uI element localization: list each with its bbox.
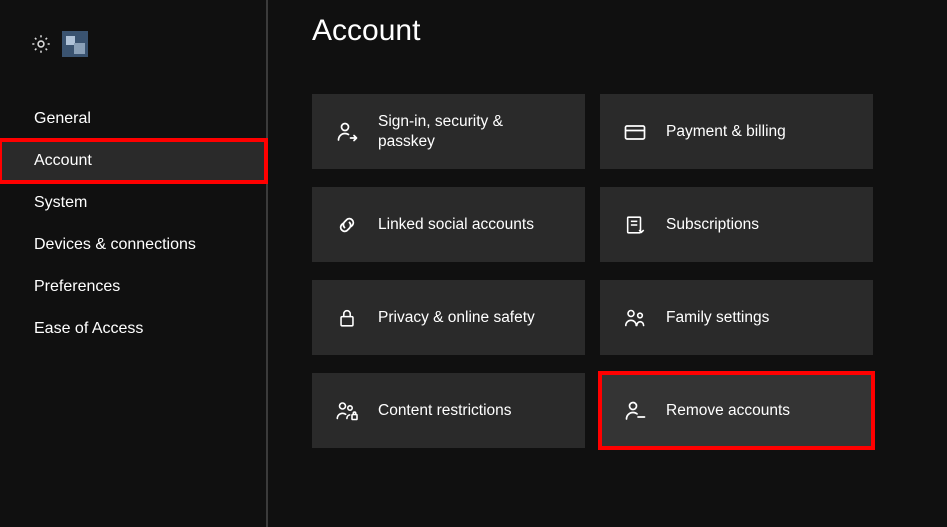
main-panel: Account Sign-in, security & passkey Paym…: [268, 0, 947, 527]
tile-label: Content restrictions: [378, 401, 512, 420]
sidebar: General Account System Devices & connect…: [0, 0, 268, 527]
sidebar-item-label: Account: [34, 152, 92, 170]
link-icon: [334, 212, 360, 238]
tile-linked-social[interactable]: Linked social accounts: [312, 187, 585, 262]
lock-icon: [334, 305, 360, 331]
tile-label: Remove accounts: [666, 401, 790, 420]
tile-content-restrictions[interactable]: Content restrictions: [312, 373, 585, 448]
tile-label: Sign-in, security & passkey: [378, 112, 563, 151]
tile-label: Subscriptions: [666, 215, 759, 234]
sidebar-item-label: System: [34, 194, 87, 212]
sidebar-item-general[interactable]: General: [0, 98, 266, 140]
avatar[interactable]: [62, 31, 88, 57]
tile-grid: Sign-in, security & passkey Payment & bi…: [312, 94, 917, 448]
tile-label: Linked social accounts: [378, 215, 534, 234]
family-icon: [622, 305, 648, 331]
tile-signin-security[interactable]: Sign-in, security & passkey: [312, 94, 585, 169]
person-lock-icon: [334, 398, 360, 424]
sidebar-item-ease-of-access[interactable]: Ease of Access: [0, 308, 266, 350]
sidebar-item-label: Ease of Access: [34, 320, 143, 338]
tile-label: Payment & billing: [666, 122, 786, 141]
card-icon: [622, 119, 648, 145]
sidebar-item-preferences[interactable]: Preferences: [0, 266, 266, 308]
sidebar-item-devices[interactable]: Devices & connections: [0, 224, 266, 266]
sidebar-item-label: Preferences: [34, 278, 120, 296]
gear-icon[interactable]: [30, 33, 52, 55]
tile-privacy-safety[interactable]: Privacy & online safety: [312, 280, 585, 355]
person-arrow-icon: [334, 119, 360, 145]
tile-family-settings[interactable]: Family settings: [600, 280, 873, 355]
tile-subscriptions[interactable]: Subscriptions: [600, 187, 873, 262]
tile-payment-billing[interactable]: Payment & billing: [600, 94, 873, 169]
person-minus-icon: [622, 398, 648, 424]
tile-label: Family settings: [666, 308, 769, 327]
sidebar-item-label: Devices & connections: [34, 236, 196, 254]
sidebar-item-account[interactable]: Account: [0, 140, 266, 182]
page-title: Account: [312, 14, 917, 48]
sidebar-item-system[interactable]: System: [0, 182, 266, 224]
tile-label: Privacy & online safety: [378, 308, 535, 327]
sidebar-nav: General Account System Devices & connect…: [0, 98, 266, 350]
sidebar-header: [0, 18, 266, 70]
sidebar-item-label: General: [34, 110, 91, 128]
tile-remove-accounts[interactable]: Remove accounts: [600, 373, 873, 448]
receipt-icon: [622, 212, 648, 238]
